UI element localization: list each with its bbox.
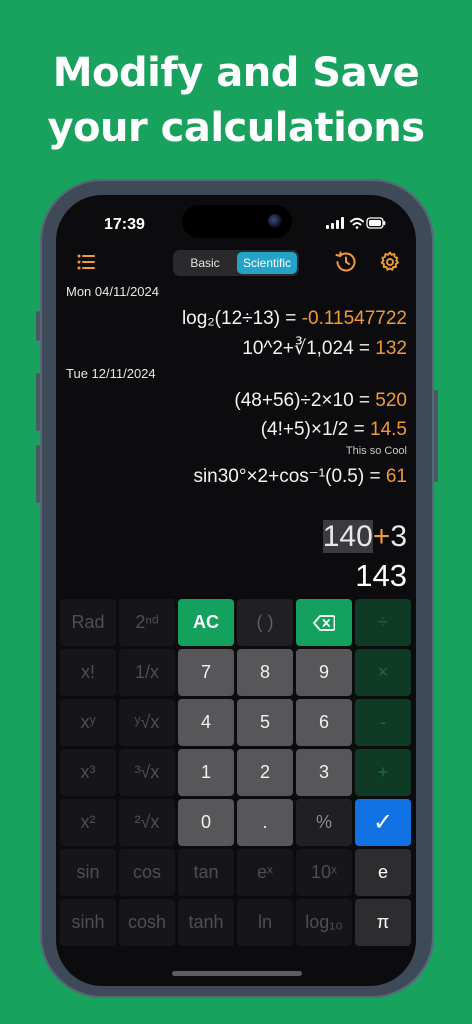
list-icon[interactable] [74,250,98,274]
expression-operand: 3 [390,520,407,553]
key-pi[interactable]: π [355,899,411,946]
key-sinh[interactable]: sinh [60,899,116,946]
key-power[interactable]: xʸ [60,699,116,746]
history-result: 132 [375,338,407,359]
key-2[interactable]: 2 [237,749,293,796]
key-subtract[interactable]: - [355,699,411,746]
key-percent[interactable]: % [296,799,352,846]
key-tanh[interactable]: tanh [178,899,234,946]
key-6[interactable]: 6 [296,699,352,746]
history-result: 520 [375,390,407,411]
dynamic-island [182,205,292,238]
key-0[interactable]: 0 [178,799,234,846]
history-date: Mon 04/11/2024 [66,284,159,299]
history-note: This so Cool [345,445,407,457]
phone-power-button [434,390,438,482]
promo-headline: Modify and Save your calculations [0,46,472,156]
key-divide[interactable]: ÷ [355,599,411,646]
history-entry[interactable]: (48+56)÷2×10 = 520 [234,390,407,412]
tab-basic[interactable]: Basic [175,252,235,274]
key-4[interactable]: 4 [178,699,234,746]
current-expression[interactable]: 140+3 [322,520,407,554]
signal-icon [326,217,344,229]
key-multiply[interactable]: × [355,649,411,696]
history-entry[interactable]: (4!+5)×1/2 = 14.5 [261,419,407,441]
gear-icon[interactable] [378,250,402,274]
promo-line-2: your calculations [47,105,425,151]
key-decimal[interactable]: . [237,799,293,846]
key-tan[interactable]: tan [178,849,234,896]
key-cube-root[interactable]: ³√x [119,749,175,796]
key-clear-all[interactable]: AC [178,599,234,646]
history-result: 61 [385,466,407,487]
key-exp[interactable]: eˣ [237,849,293,896]
status-icons [326,217,386,229]
backspace-icon [313,614,335,631]
history-expression: sin30°×2+cos⁻¹(0.5) = [193,466,386,487]
camera-icon [268,214,282,228]
key-cos[interactable]: cos [119,849,175,896]
battery-icon [366,217,386,229]
history-expression: log₂(12÷13) = [181,308,302,329]
history-result: -0.11547722 [301,308,407,329]
key-square-root[interactable]: ²√x [119,799,175,846]
key-e[interactable]: e [355,849,411,896]
key-second[interactable]: 2ⁿᵈ [119,599,175,646]
key-factorial[interactable]: x! [60,649,116,696]
key-ln[interactable]: ln [237,899,293,946]
key-cosh[interactable]: cosh [119,899,175,946]
mode-switcher: Basic Scientific [173,250,299,276]
history-expression: (48+56)÷2×10 = [234,390,376,411]
wifi-icon [350,217,364,229]
phone-volume-up [36,373,40,431]
key-1[interactable]: 1 [178,749,234,796]
key-confirm[interactable]: ✓ [355,799,411,846]
history-entry[interactable]: log₂(12÷13) = -0.11547722 [182,308,407,330]
expression-operand-selected[interactable]: 140 [322,520,373,553]
key-yth-root[interactable]: ʸ√x [119,699,175,746]
key-5[interactable]: 5 [237,699,293,746]
tab-scientific[interactable]: Scientific [237,252,297,274]
phone-volume-down [36,445,40,503]
status-time: 17:39 [104,216,145,233]
key-log10[interactable]: log₁₀ [296,899,352,946]
history-expression: (4!+5)×1/2 = [260,419,371,440]
key-reciprocal[interactable]: 1/x [119,649,175,696]
key-cube[interactable]: x³ [60,749,116,796]
history-entry[interactable]: sin30°×2+cos⁻¹(0.5) = 61 [193,465,407,488]
key-square[interactable]: x² [60,799,116,846]
key-rad[interactable]: Rad [60,599,116,646]
history-date: Tue 12/11/2024 [66,366,156,381]
key-backspace[interactable] [296,599,352,646]
key-parentheses[interactable]: ( ) [237,599,293,646]
home-indicator[interactable] [172,971,302,976]
phone-side-button [36,311,40,341]
keypad: Rad 2ⁿᵈ AC ( ) ÷ x! 1/x 7 8 9 × xʸ ʸ√x 4… [60,599,412,949]
expression-operator: + [372,520,391,553]
key-3[interactable]: 3 [296,749,352,796]
key-sin[interactable]: sin [60,849,116,896]
key-7[interactable]: 7 [178,649,234,696]
history-expression: 10^2+∛1,024 = [242,338,376,359]
key-8[interactable]: 8 [237,649,293,696]
promo-line-1: Modify and Save [52,50,420,96]
history-result: 14.5 [370,419,407,440]
key-9[interactable]: 9 [296,649,352,696]
history-clock-icon[interactable] [334,250,358,274]
phone-screen: 17:39 Basic Scientific Mon 04/11/2024 lo… [56,195,416,986]
toolbar: Basic Scientific [56,250,416,276]
history-entry[interactable]: 10^2+∛1,024 = 132 [242,337,407,360]
current-result: 143 [355,558,407,593]
key-ten-power[interactable]: 10ˣ [296,849,352,896]
key-add[interactable]: + [355,749,411,796]
